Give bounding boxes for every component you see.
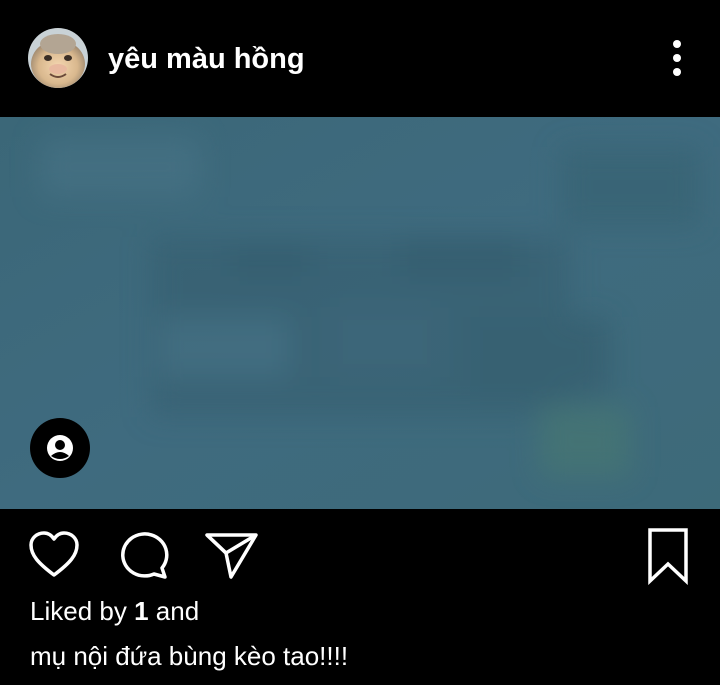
likes-summary[interactable]: Liked by 1 and	[30, 594, 199, 628]
username[interactable]: yêu màu hồng	[108, 40, 305, 78]
post-header: yêu màu hồng	[0, 0, 720, 117]
more-options-button[interactable]	[660, 36, 694, 80]
heart-outline-icon	[29, 531, 79, 577]
save-button[interactable]	[642, 527, 694, 586]
bookmark-outline-icon	[648, 528, 688, 586]
share-button[interactable]	[204, 531, 260, 581]
user-tag-button[interactable]	[30, 418, 90, 478]
post-caption: mụ nội đứa bùng kèo tao!!!!	[30, 641, 349, 671]
likes-prefix: Liked by	[30, 596, 127, 626]
user-tag-icon	[30, 418, 90, 478]
paper-plane-icon	[205, 533, 258, 579]
more-vertical-icon	[673, 40, 681, 76]
comment-button[interactable]	[118, 529, 172, 581]
comment-bubble-icon	[121, 532, 169, 579]
avatar[interactable]	[28, 28, 88, 88]
cat-face-avatar-icon	[28, 28, 88, 88]
like-button[interactable]	[28, 531, 80, 579]
post-actions	[0, 509, 720, 593]
likes-count[interactable]: 1	[134, 596, 148, 626]
likes-suffix: and	[155, 596, 200, 626]
blurred-video-frame	[0, 117, 720, 509]
post-media[interactable]	[0, 117, 720, 509]
